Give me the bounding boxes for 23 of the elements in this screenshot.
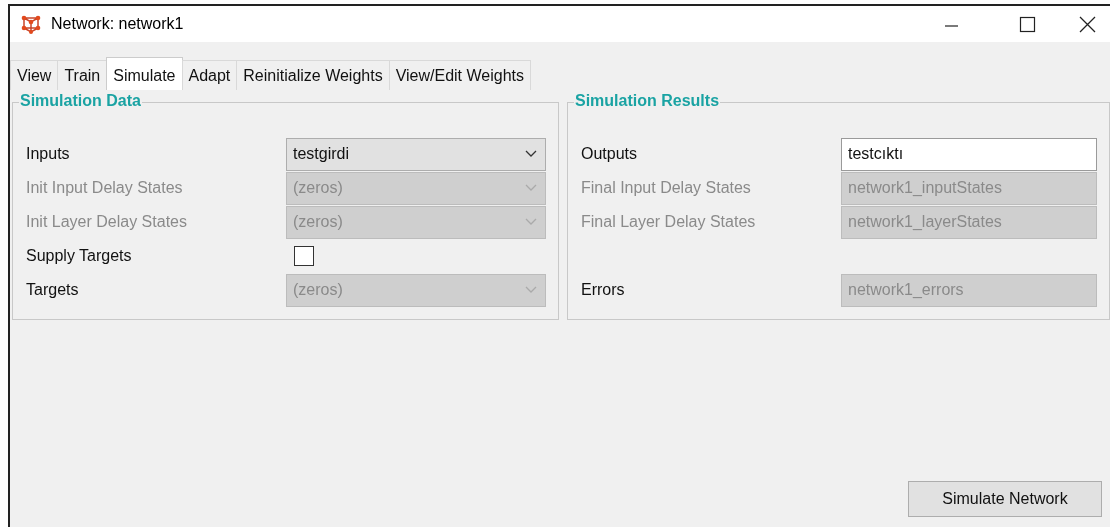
field-label: Init Input Delay States <box>26 179 184 197</box>
chevron-down-icon <box>525 218 537 226</box>
dropdown[interactable]: testgirdi <box>286 137 546 171</box>
tab[interactable]: Simulate <box>106 57 183 90</box>
network-icon <box>20 14 42 34</box>
chevron-down-icon <box>525 150 537 158</box>
field-label: Final Layer Delay States <box>581 213 757 231</box>
field-label: Supply Targets <box>26 247 133 265</box>
simulate-button[interactable]: Simulate Network <box>908 481 1102 517</box>
tab[interactable]: Adapt <box>181 60 238 90</box>
checkbox[interactable] <box>294 246 314 266</box>
field-label: Targets <box>26 281 80 299</box>
field-label: Inputs <box>26 145 71 163</box>
field-label: Outputs <box>581 145 639 163</box>
field-label: Final Input Delay States <box>581 179 752 197</box>
window-title: Network: network1 <box>51 15 185 33</box>
field-label: Init Layer Delay States <box>26 213 188 231</box>
field-label: Errors <box>581 281 626 299</box>
tab[interactable]: View <box>10 60 59 90</box>
chevron-down-icon <box>525 286 537 294</box>
chevron-down-icon <box>525 184 537 192</box>
text-field[interactable]: testcıktı <box>841 137 1097 171</box>
tab[interactable]: View/Edit Weights <box>388 60 531 90</box>
